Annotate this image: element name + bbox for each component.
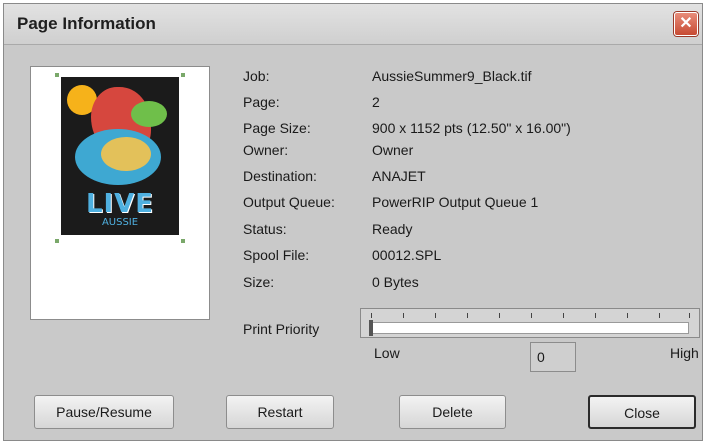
page-preview: LIVE AUSSIE bbox=[30, 66, 210, 320]
delete-button[interactable]: Delete bbox=[399, 395, 506, 429]
job-value: AussieSummer9_Black.tif bbox=[372, 68, 532, 84]
slider-thumb[interactable] bbox=[369, 320, 373, 336]
spool-file-label: Spool File: bbox=[243, 247, 310, 263]
pause-resume-button[interactable]: Pause/Resume bbox=[34, 395, 174, 429]
slider-tick bbox=[467, 313, 468, 318]
slider-tick bbox=[371, 313, 372, 318]
art-shape bbox=[101, 137, 151, 171]
art-subtext: AUSSIE bbox=[101, 217, 139, 228]
spool-file-value: 00012.SPL bbox=[372, 247, 442, 263]
slider-tick bbox=[531, 313, 532, 318]
page-information-dialog: Page Information ✕ LIVE AUSSIE Job: Auss… bbox=[3, 3, 703, 441]
restart-button[interactable]: Restart bbox=[226, 395, 334, 429]
output-queue-label: Output Queue: bbox=[243, 194, 335, 210]
slider-tick bbox=[435, 313, 436, 318]
page-value: 2 bbox=[372, 94, 380, 110]
print-priority-slider[interactable] bbox=[360, 308, 700, 338]
title-bar[interactable]: Page Information ✕ bbox=[4, 4, 702, 45]
destination-label: Destination: bbox=[243, 168, 317, 184]
slider-track[interactable] bbox=[371, 322, 689, 334]
crop-mark bbox=[181, 73, 185, 77]
job-label: Job: bbox=[243, 68, 270, 84]
preview-artwork: LIVE AUSSIE bbox=[61, 77, 179, 235]
slider-tick bbox=[689, 313, 690, 318]
output-queue-value: PowerRIP Output Queue 1 bbox=[372, 194, 539, 210]
slider-tick bbox=[563, 313, 564, 318]
page-label: Page: bbox=[243, 94, 280, 110]
slider-tick bbox=[403, 313, 404, 318]
slider-tick bbox=[627, 313, 628, 318]
priority-value-field[interactable]: 0 bbox=[530, 342, 576, 372]
crop-mark bbox=[55, 73, 59, 77]
slider-tick bbox=[659, 313, 660, 318]
size-value: 0 Bytes bbox=[372, 274, 419, 290]
size-label: Size: bbox=[243, 274, 275, 290]
slider-tick bbox=[499, 313, 500, 318]
crop-mark bbox=[181, 239, 185, 243]
close-icon[interactable]: ✕ bbox=[674, 12, 698, 36]
owner-label: Owner: bbox=[243, 142, 289, 158]
art-text: LIVE bbox=[85, 189, 155, 219]
page-size-label: Page Size: bbox=[243, 120, 311, 136]
close-button[interactable]: Close bbox=[588, 395, 696, 429]
high-label: High bbox=[670, 345, 699, 361]
status-label: Status: bbox=[243, 221, 287, 237]
owner-value: Owner bbox=[372, 142, 414, 158]
art-shape bbox=[131, 101, 167, 127]
crop-mark bbox=[55, 239, 59, 243]
low-label: Low bbox=[374, 345, 400, 361]
print-priority-label: Print Priority bbox=[243, 321, 320, 337]
dialog-title: Page Information bbox=[17, 14, 156, 33]
slider-tick bbox=[595, 313, 596, 318]
status-value: Ready bbox=[372, 221, 413, 237]
destination-value: ANAJET bbox=[372, 168, 426, 184]
page-size-value: 900 x 1152 pts (12.50" x 16.00") bbox=[372, 120, 571, 136]
